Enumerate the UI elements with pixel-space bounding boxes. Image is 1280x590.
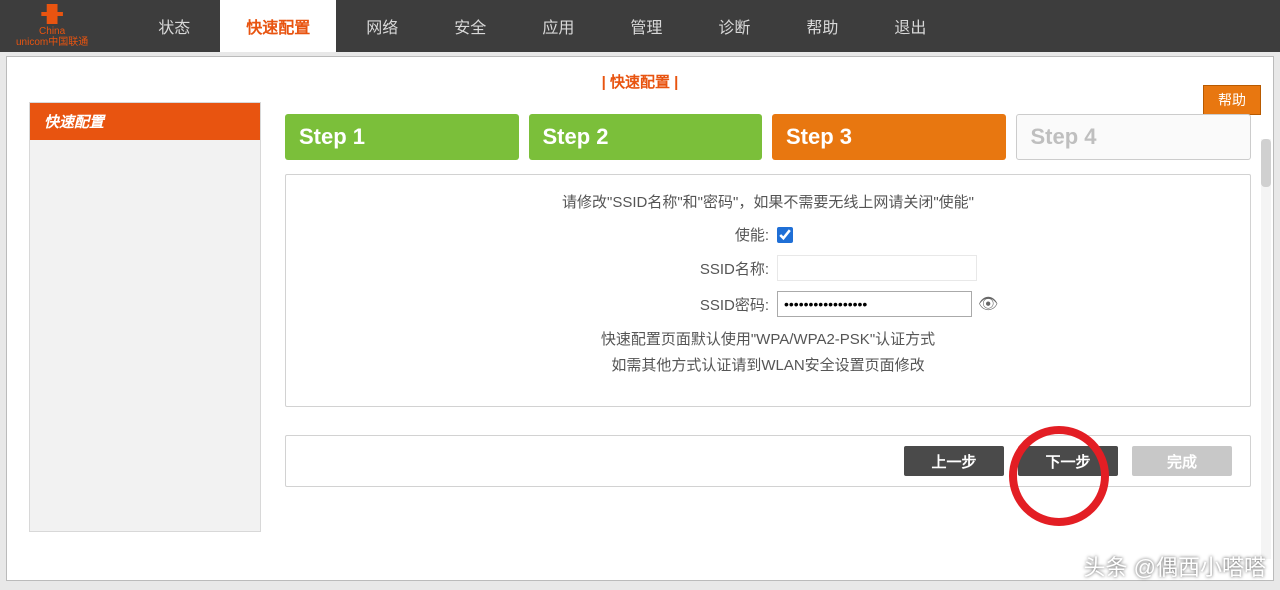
nav-security[interactable]: 安全: [428, 0, 512, 52]
step-1: Step 1: [285, 114, 519, 160]
watermark: 头条 @偶西小嗒嗒: [1084, 550, 1266, 582]
main-panel: Step 1 Step 2 Step 3 Step 4 请修改"SSID名称"和…: [285, 102, 1251, 532]
ssid-name-input[interactable]: [777, 255, 977, 281]
ssid-name-label: SSID名称:: [549, 258, 769, 279]
wifi-form-panel: 请修改"SSID名称"和"密码"，如果不需要无线上网请关闭"使能" 使能: SS…: [285, 174, 1251, 407]
scrollbar-track[interactable]: [1261, 139, 1271, 559]
row-ssid-password: SSID密码: 👁: [298, 291, 1238, 317]
form-instruction: 请修改"SSID名称"和"密码"，如果不需要无线上网请关闭"使能": [298, 191, 1238, 212]
breadcrumb: | 快速配置 |: [602, 74, 679, 91]
top-navigation: China unicom中国联通 状态 快速配置 网络 安全 应用 管理 诊断 …: [0, 0, 1280, 52]
nav-help[interactable]: 帮助: [780, 0, 864, 52]
brand-line2: unicom中国联通: [16, 37, 88, 48]
page-body: | 快速配置 | 帮助 快速配置 Step 1 Step 2 Step 3 St…: [6, 56, 1274, 581]
prev-button[interactable]: 上一步: [904, 446, 1004, 476]
row-ssid-name: SSID名称:: [298, 255, 1238, 281]
ssid-pwd-label: SSID密码:: [549, 294, 769, 315]
step-3: Step 3: [772, 114, 1006, 160]
nav-application[interactable]: 应用: [516, 0, 600, 52]
scrollbar-thumb[interactable]: [1261, 139, 1271, 187]
enable-label: 使能:: [549, 224, 769, 245]
unicom-logo-icon: [34, 4, 70, 24]
row-enable: 使能:: [298, 224, 1238, 245]
nav-diagnostics[interactable]: 诊断: [692, 0, 776, 52]
brand-line1: China: [39, 26, 65, 37]
nav-network[interactable]: 网络: [340, 0, 424, 52]
hint-line2: 如需其他方式认证请到WLAN安全设置页面修改: [298, 353, 1238, 379]
brand-logo: China unicom中国联通: [16, 4, 88, 48]
enable-checkbox[interactable]: [777, 227, 793, 243]
sidebar: 快速配置: [29, 102, 261, 532]
step-2: Step 2: [529, 114, 763, 160]
nav-status[interactable]: 状态: [132, 0, 216, 52]
auth-hint: 快速配置页面默认使用"WPA/WPA2-PSK"认证方式 如需其他方式认证请到W…: [298, 327, 1238, 378]
next-button[interactable]: 下一步: [1018, 446, 1118, 476]
nav-quick-setup[interactable]: 快速配置: [220, 0, 336, 52]
eye-icon[interactable]: 👁: [978, 294, 998, 314]
step-4: Step 4: [1016, 114, 1252, 160]
hint-line1: 快速配置页面默认使用"WPA/WPA2-PSK"认证方式: [298, 327, 1238, 353]
ssid-password-input[interactable]: [777, 291, 972, 317]
sidebar-item-quick-setup[interactable]: 快速配置: [30, 103, 260, 140]
breadcrumb-row: | 快速配置 | 帮助: [7, 57, 1273, 102]
nav-management[interactable]: 管理: [604, 0, 688, 52]
nav-logout[interactable]: 退出: [868, 0, 952, 52]
button-panel: 上一步 下一步 完成: [285, 435, 1251, 487]
step-wizard: Step 1 Step 2 Step 3 Step 4: [285, 114, 1251, 160]
finish-button[interactable]: 完成: [1132, 446, 1232, 476]
content-row: 快速配置 Step 1 Step 2 Step 3 Step 4 请修改"SSI…: [7, 102, 1273, 532]
